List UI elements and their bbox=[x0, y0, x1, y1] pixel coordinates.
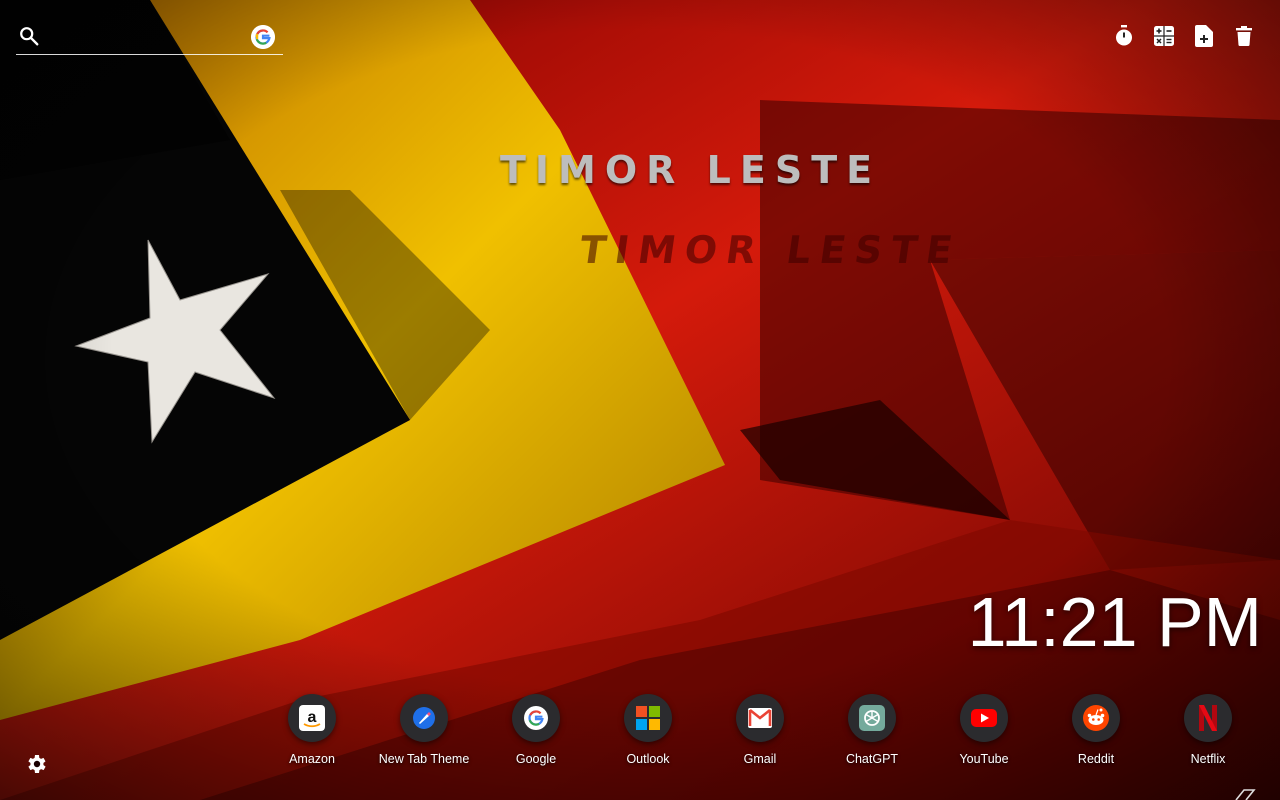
new-tab-theme-icon bbox=[413, 707, 435, 729]
amazon-icon: a bbox=[299, 705, 325, 731]
search-bar[interactable] bbox=[16, 22, 283, 55]
timer-icon[interactable] bbox=[1112, 22, 1136, 50]
shortcut-label: Amazon bbox=[289, 752, 335, 766]
shortcut-label: YouTube bbox=[959, 752, 1009, 766]
shortcut-gmail[interactable]: Gmail bbox=[704, 694, 816, 766]
shortcut-outlook[interactable]: Outlook bbox=[592, 694, 704, 766]
shortcut-amazon[interactable]: a Amazon bbox=[256, 694, 368, 766]
youtube-icon bbox=[971, 709, 997, 727]
shortcut-label: Netflix bbox=[1190, 752, 1226, 766]
wallpaper-text: TIMOR LESTE bbox=[500, 148, 882, 192]
shortcut-reddit[interactable]: Reddit bbox=[1040, 694, 1152, 766]
shortcut-youtube[interactable]: YouTube bbox=[928, 694, 1040, 766]
shortcut-label: Reddit bbox=[1077, 752, 1115, 766]
netflix-icon bbox=[1199, 705, 1217, 731]
shortcut-label: New Tab Theme bbox=[378, 752, 470, 766]
clock: 11:21 PM bbox=[967, 583, 1262, 661]
shortcut-chatgpt[interactable]: ChatGPT bbox=[816, 694, 928, 766]
gear-icon[interactable] bbox=[24, 752, 48, 776]
shortcut-netflix[interactable]: Netflix bbox=[1152, 694, 1264, 766]
shortcut-label: Gmail bbox=[743, 752, 777, 766]
wallpaper bbox=[0, 0, 1280, 800]
search-icon[interactable] bbox=[18, 25, 40, 47]
search-input[interactable] bbox=[50, 24, 244, 50]
wallpaper-text-shadow: TIMOR LESTE bbox=[576, 228, 965, 272]
calculator-icon[interactable] bbox=[1152, 22, 1176, 50]
shortcut-label: Outlook bbox=[626, 752, 670, 766]
toolbar bbox=[1112, 22, 1256, 50]
trash-icon[interactable] bbox=[1232, 22, 1256, 50]
gmail-icon bbox=[748, 708, 772, 728]
chatgpt-icon bbox=[859, 705, 885, 731]
google-icon bbox=[524, 706, 548, 730]
new-note-icon[interactable] bbox=[1192, 22, 1216, 50]
google-icon[interactable] bbox=[251, 25, 275, 49]
reddit-icon bbox=[1083, 705, 1109, 731]
svg-text:a: a bbox=[308, 709, 317, 726]
shortcut-new-tab-theme[interactable]: New Tab Theme bbox=[368, 694, 480, 766]
shortcut-google[interactable]: Google bbox=[480, 694, 592, 766]
shortcuts-bar: a Amazon New Tab Theme Google Outlook Gm… bbox=[256, 694, 1264, 766]
microsoft-icon bbox=[636, 706, 660, 730]
brand-logo-icon bbox=[1235, 789, 1256, 800]
shortcut-label: Google bbox=[515, 752, 557, 766]
shortcut-label: ChatGPT bbox=[845, 752, 899, 766]
